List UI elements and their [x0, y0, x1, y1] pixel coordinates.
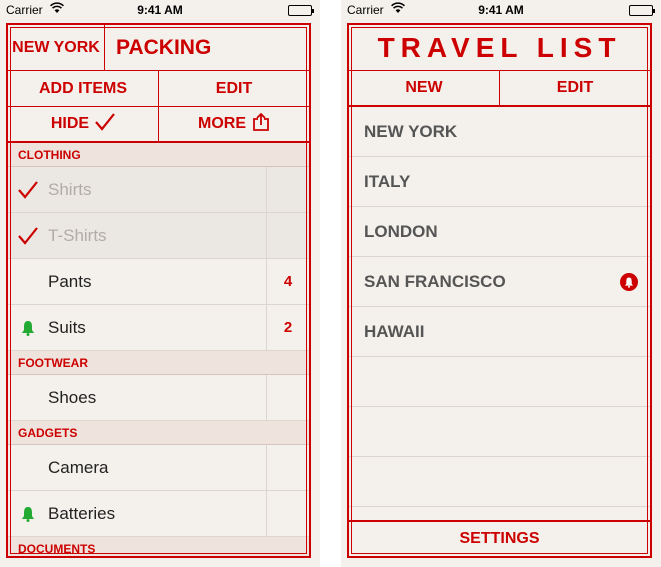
trip-label: SAN FRANCISCO	[364, 271, 506, 291]
item-label: Batteries	[48, 503, 116, 523]
item-mark	[8, 445, 48, 490]
more-button[interactable]: MORE	[158, 107, 309, 141]
new-button[interactable]: NEW	[349, 71, 499, 105]
packing-frame: NEW YORK PACKING ADD ITEMS EDIT HIDE MOR…	[6, 23, 311, 558]
list-item[interactable]: Pants 4	[8, 259, 309, 305]
hide-button[interactable]: HIDE	[8, 107, 158, 141]
clock: 9:41 AM	[137, 3, 183, 17]
trip-label: HAWAII	[364, 321, 425, 341]
page-title: PACKING	[116, 36, 212, 59]
trip-label: ITALY	[364, 171, 411, 191]
packing-header: NEW YORK PACKING	[8, 25, 309, 71]
battery-icon	[629, 5, 655, 16]
packing-toolbar-top: ADD ITEMS EDIT	[8, 71, 309, 107]
trip-label: NEW YORK	[364, 121, 458, 141]
travel-list-frame: TRAVEL LIST NEW EDIT NEW YORK ITALY LONDON…	[347, 23, 652, 558]
status-bar: Carrier 9:41 AM	[0, 0, 320, 20]
list-item[interactable]: Shirts	[8, 167, 309, 213]
trip-row[interactable]: HAWAII	[349, 307, 650, 357]
trip-list: NEW YORK ITALY LONDON SAN FRANCISCO HAWAII	[349, 107, 650, 520]
check-icon	[95, 112, 115, 136]
packing-screen: Carrier 9:41 AM NEW YORK PACKING ADD ITE…	[0, 0, 320, 567]
travel-toolbar: NEW EDIT	[349, 71, 650, 107]
section-header: FOOTWEAR	[8, 351, 309, 375]
list-item[interactable]: Shoes	[8, 375, 309, 421]
item-quantity[interactable]	[266, 213, 309, 258]
more-label: MORE	[198, 115, 246, 132]
trip-row[interactable]: NEW YORK	[349, 107, 650, 157]
item-mark	[8, 259, 48, 304]
list-item[interactable]: T-Shirts	[8, 213, 309, 259]
list-item[interactable]: Camera	[8, 445, 309, 491]
check-icon	[8, 167, 48, 212]
edit-button[interactable]: EDIT	[499, 71, 650, 105]
empty-row	[349, 357, 650, 407]
item-label: Pants	[48, 271, 92, 291]
bell-icon	[8, 491, 48, 536]
travel-list-screen: Carrier 9:41 AM TRAVEL LIST NEW EDIT NEW…	[341, 0, 661, 567]
item-quantity[interactable]	[266, 167, 309, 212]
trip-label: LONDON	[364, 221, 438, 241]
item-label: T-Shirts	[48, 225, 107, 245]
item-label: Suits	[48, 317, 86, 337]
empty-row	[349, 457, 650, 507]
item-quantity[interactable]	[266, 491, 309, 536]
trip-row[interactable]: SAN FRANCISCO	[349, 257, 650, 307]
item-quantity[interactable]	[266, 375, 309, 420]
item-mark	[8, 375, 48, 420]
settings-button[interactable]: SETTINGS	[349, 520, 650, 556]
packing-toolbar-bottom: HIDE MORE	[8, 107, 309, 143]
alert-icon	[620, 273, 638, 291]
trip-row[interactable]: ITALY	[349, 157, 650, 207]
status-bar: Carrier 9:41 AM	[341, 0, 661, 20]
bell-icon	[8, 305, 48, 350]
share-icon	[252, 112, 270, 136]
trip-row[interactable]: LONDON	[349, 207, 650, 257]
add-items-button[interactable]: ADD ITEMS	[8, 71, 158, 106]
item-label: Camera	[48, 457, 109, 477]
item-quantity[interactable]: 4	[266, 259, 309, 304]
page-title: TRAVEL LIST	[349, 25, 650, 71]
list-item[interactable]: Batteries	[8, 491, 309, 537]
section-header: DOCUMENTS	[8, 537, 309, 556]
check-icon	[8, 213, 48, 258]
trip-city-button[interactable]: NEW YORK	[8, 25, 105, 71]
section-header: CLOTHING	[8, 143, 309, 167]
list-item[interactable]: Suits 2	[8, 305, 309, 351]
item-label: Shirts	[48, 179, 92, 199]
hide-label: HIDE	[50, 115, 90, 132]
battery-icon	[288, 5, 314, 16]
empty-row	[349, 407, 650, 457]
item-quantity[interactable]	[266, 445, 309, 490]
packing-list: CLOTHING Shirts T-Shirts Pants 4 Suits 2 FOOTWE…	[8, 143, 309, 556]
clock: 9:41 AM	[478, 3, 524, 17]
item-quantity[interactable]: 2	[266, 305, 309, 350]
section-header: GADGETS	[8, 421, 309, 445]
edit-button[interactable]: EDIT	[158, 71, 309, 106]
item-label: Shoes	[48, 387, 97, 407]
